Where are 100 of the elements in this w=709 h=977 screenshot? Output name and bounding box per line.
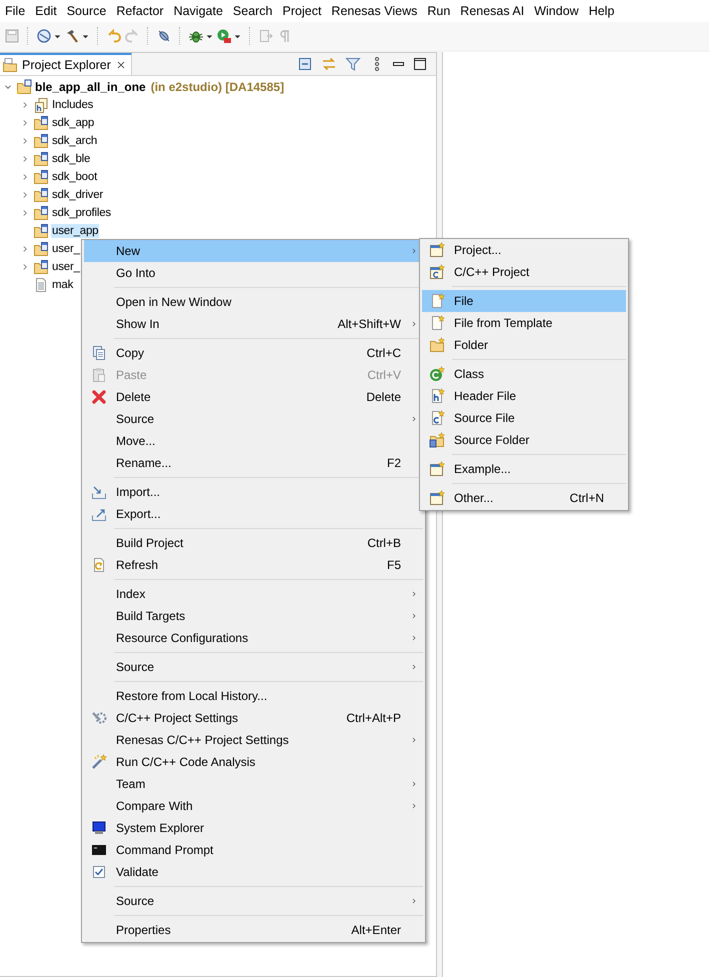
menu-item[interactable]: Source: [84, 890, 423, 912]
terminal-icon: [91, 842, 107, 858]
new-window-icon: [429, 461, 445, 477]
source-folder-icon: [33, 187, 49, 203]
project-info: (in e2studio) [DA14585]: [150, 80, 284, 94]
menu-item[interactable]: Source: [84, 408, 423, 430]
undo-icon: [106, 28, 122, 44]
menu-item[interactable]: Rename... F2: [84, 452, 423, 474]
menu-item[interactable]: File from Template: [422, 312, 626, 334]
import-icon: [91, 484, 107, 500]
menu-item[interactable]: Restore from Local History...: [84, 685, 423, 707]
menu-bar-item[interactable]: Search: [228, 4, 279, 18]
filter-icon: [345, 56, 361, 72]
tree-item[interactable]: user_: [51, 242, 81, 256]
menu-bar-item[interactable]: Source: [62, 4, 112, 18]
menu-item[interactable]: Build Project Ctrl+B: [84, 532, 423, 554]
tree-item[interactable]: ble_app_all_in_one: [34, 79, 147, 95]
menu-item[interactable]: Folder: [422, 334, 626, 356]
source-folder-icon: [33, 259, 49, 275]
source-folder-icon: [33, 169, 49, 185]
source-folder-icon: [429, 432, 445, 448]
menu-item[interactable]: System Explorer: [84, 817, 423, 839]
run-icon: [216, 28, 232, 44]
magic-wand-icon: [91, 754, 107, 770]
project-folder-icon: [16, 79, 32, 95]
menu-item[interactable]: Example...: [422, 458, 626, 480]
menu-item[interactable]: Resource Configurations: [84, 627, 423, 649]
menu-bar-item[interactable]: Window: [530, 4, 585, 18]
folders-icon: [2, 57, 18, 73]
menu-item[interactable]: Header File: [422, 385, 626, 407]
menu-item[interactable]: Source Folder: [422, 429, 626, 451]
tree-item[interactable]: sdk_boot: [51, 170, 98, 184]
menu-item[interactable]: Move...: [84, 430, 423, 452]
menu-item[interactable]: Import...: [84, 481, 423, 503]
menu-item[interactable]: Go Into: [84, 262, 423, 284]
menu-item[interactable]: Refresh F5: [84, 554, 423, 576]
tree-item[interactable]: sdk_app: [51, 116, 96, 130]
menu-item[interactable]: Index: [84, 583, 423, 605]
menu-item[interactable]: Class: [422, 363, 626, 385]
source-file-icon: [429, 410, 445, 426]
copy-icon: [91, 345, 107, 361]
menu-item[interactable]: File: [422, 290, 626, 312]
menu-bar-item[interactable]: Refactor: [112, 4, 170, 18]
tree-item[interactable]: Includes: [51, 98, 94, 112]
menu-bar-item[interactable]: Navigate: [170, 4, 229, 18]
checkbox-icon: [91, 864, 107, 880]
menu-bar-item[interactable]: File: [1, 4, 32, 18]
menu-item[interactable]: Show In Alt+Shift+W: [84, 313, 423, 335]
menu-item[interactable]: Run C/C++ Code Analysis: [84, 751, 423, 773]
source-folder-icon: [33, 223, 49, 239]
paste-icon: [91, 367, 107, 383]
new-folder-icon: [429, 337, 445, 353]
menu-item[interactable]: Build Targets: [84, 605, 423, 627]
tree-item[interactable]: sdk_profiles: [51, 206, 112, 220]
menu-bar-item[interactable]: Run: [423, 4, 456, 18]
new-window-icon: [429, 242, 445, 258]
menu-item[interactable]: Export...: [84, 503, 423, 525]
menu-bar-item[interactable]: Help: [584, 4, 620, 18]
menu-item[interactable]: Validate: [84, 861, 423, 883]
menu-item[interactable]: C/C++ Project Settings Ctrl+Alt+P: [84, 707, 423, 729]
tree-item[interactable]: user_: [51, 260, 81, 274]
menu-item[interactable]: Open in New Window: [84, 291, 423, 313]
redo-icon: [124, 28, 140, 44]
c-project-icon: [429, 264, 445, 280]
menu-item[interactable]: Source: [84, 656, 423, 678]
new-window-icon: [429, 490, 445, 506]
source-folder-icon: [33, 151, 49, 167]
menu-bar-item[interactable]: Edit: [31, 4, 63, 18]
delete-icon: [91, 389, 107, 405]
menu-item[interactable]: Source File: [422, 407, 626, 429]
menu-bar-item[interactable]: Renesas AI: [456, 4, 530, 18]
menu-item[interactable]: Compare With: [84, 795, 423, 817]
close-icon: [114, 59, 127, 71]
tree-item[interactable]: user_app: [51, 224, 100, 238]
menu-item[interactable]: Project...: [422, 239, 626, 261]
menu-item[interactable]: Other... Ctrl+N: [422, 487, 626, 509]
header-file-icon: [429, 388, 445, 404]
menu-bar-item[interactable]: Project: [278, 4, 328, 18]
menu-item[interactable]: Renesas C/C++ Project Settings: [84, 729, 423, 751]
tree-item[interactable]: sdk_ble: [51, 152, 92, 166]
new-file-icon: [429, 315, 445, 331]
document-icon: [33, 277, 49, 293]
minimize-icon: [393, 62, 404, 66]
collapse-all-icon: [297, 56, 313, 72]
menu-item[interactable]: Team: [84, 773, 423, 795]
tree-item[interactable]: sdk_driver: [51, 188, 104, 202]
menu-bar-item[interactable]: Renesas Views: [327, 4, 424, 18]
source-folder-icon: [33, 205, 49, 221]
refresh-icon: [91, 557, 107, 573]
source-folder-icon: [33, 133, 49, 149]
tree-item[interactable]: mak: [51, 278, 74, 292]
menu-item[interactable]: Copy Ctrl+C: [84, 342, 423, 364]
view-tab[interactable]: Project Explorer: [0, 53, 132, 75]
menu-item[interactable]: Command Prompt: [84, 839, 423, 861]
new-file-icon: [429, 293, 445, 309]
tree-item[interactable]: sdk_arch: [51, 134, 98, 148]
maximize-icon: [412, 56, 428, 72]
menu-item[interactable]: Delete Delete: [84, 386, 423, 408]
menu-item[interactable]: C/C++ Project: [422, 261, 626, 283]
menu-item[interactable]: Properties Alt+Enter: [84, 919, 423, 941]
